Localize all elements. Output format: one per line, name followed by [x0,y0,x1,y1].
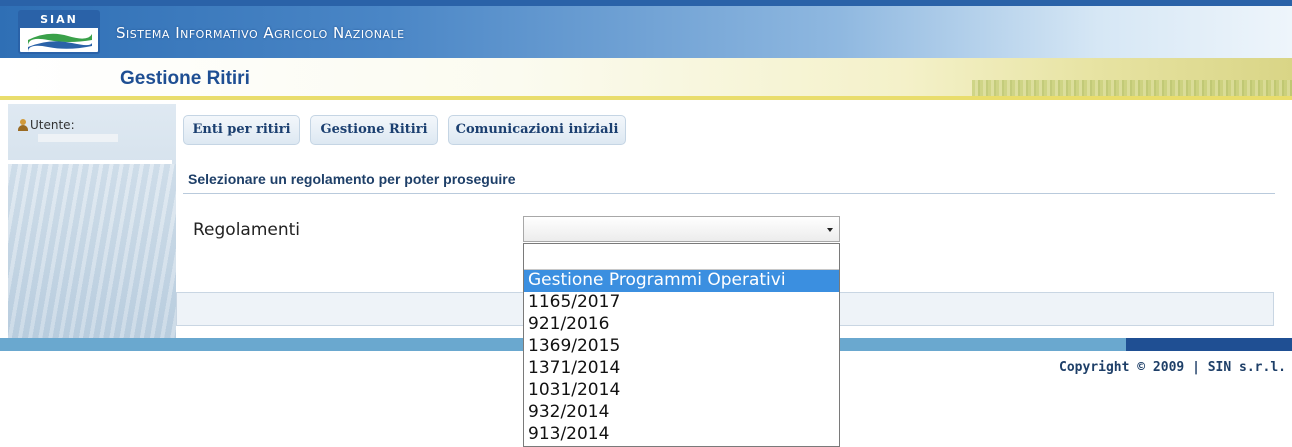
logo-waves-icon [28,33,92,52]
dropdown-option[interactable]: 1371/2014 [524,358,839,380]
regolamenti-label: Regolamenti [193,220,301,240]
copyright-text: Copyright © 2009 | SIN s.r.l. [1059,360,1286,375]
dropdown-option[interactable]: 921/2016 [524,314,839,336]
sidebar-wheat-background [8,164,176,338]
chevron-down-icon[interactable] [827,228,833,232]
logo-text: SIAN [20,12,98,28]
tab-gestione-ritiri[interactable]: Gestione Ritiri [310,115,438,145]
dropdown-option[interactable]: Gestione Programmi Operativi [524,270,839,292]
tab-comunicazioni-iniziali[interactable]: Comunicazioni iniziali [448,115,626,145]
sidebar: Utente: [8,104,176,338]
user-label: Utente: [30,118,75,132]
dropdown-option[interactable]: 913/2014 [524,424,839,446]
dropdown-option[interactable]: 932/2014 [524,402,839,424]
dropdown-option[interactable]: 1031/2014 [524,380,839,402]
tab-enti-per-ritiri[interactable]: Enti per ritiri [183,115,300,145]
regolamenti-select[interactable] [523,216,840,242]
page-title: Gestione Ritiri [120,68,250,89]
header-underline [0,96,1292,100]
dropdown-option[interactable]: 1369/2015 [524,336,839,358]
dropdown-option-blank[interactable] [524,244,839,270]
regolamenti-dropdown-list[interactable]: Gestione Programmi Operativi 1165/2017 9… [523,243,840,447]
sidebar-divider [8,160,172,164]
user-icon [18,119,28,131]
user-info: Utente: [18,118,75,132]
header: SIAN Sistema Informativo Agricolo Nazion… [0,0,1292,100]
system-title: Sistema Informativo Agricolo Nazionale [116,24,405,42]
section-divider [183,193,1275,194]
instruction-text: Selezionare un regolamento per poter pro… [188,171,516,187]
footer-band-accent [1126,338,1292,351]
dropdown-option[interactable]: 1165/2017 [524,292,839,314]
user-name-redacted [38,134,118,142]
sian-logo: SIAN [18,10,100,54]
